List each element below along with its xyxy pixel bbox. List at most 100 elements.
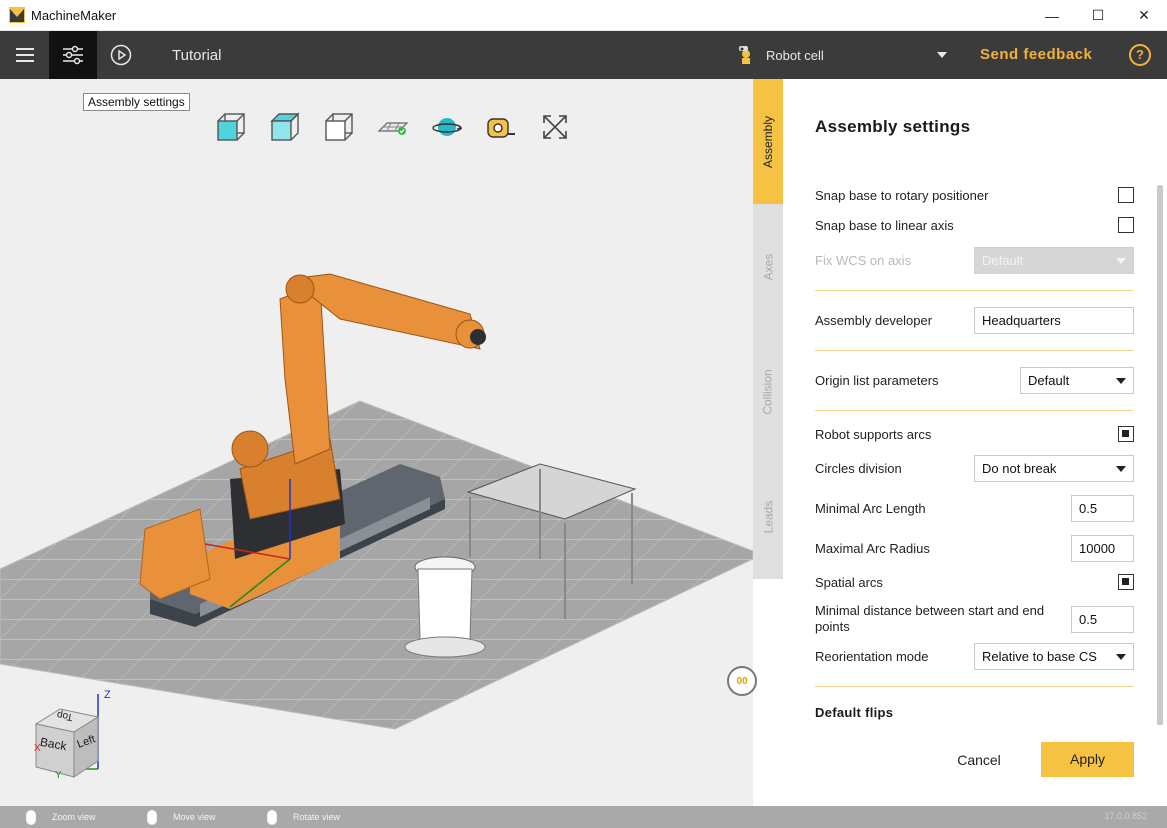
arcs-label: Robot supports arcs [815,427,931,442]
tab-collision-label: Collision [761,369,775,414]
reorient-row: Reorientation mode Relative to base CS [815,643,1134,670]
axis-x-label: X [34,743,41,754]
developer-label: Assembly developer [815,313,932,328]
hamburger-menu-button[interactable] [0,31,49,79]
chevron-down-icon [1116,654,1126,660]
snap-linear-row: Snap base to linear axis [815,217,1134,233]
status-bar: Zoom view Move view Rotate view 17.0.0.8… [0,806,1167,828]
chevron-down-icon [1116,466,1126,472]
send-feedback-button[interactable]: Send feedback [980,31,1092,79]
circles-label: Circles division [815,461,902,476]
side-tabs: Assembly Axes Collision Leads [753,79,783,579]
chevron-down-icon [1116,378,1126,384]
snap-linear-label: Snap base to linear axis [815,218,954,233]
tutorial-link[interactable]: Tutorial [172,47,221,64]
developer-input[interactable]: Headquarters [974,307,1134,334]
zoom-hint: Zoom view [26,806,96,828]
min-arc-input[interactable]: 0.5 [1071,495,1134,522]
tab-assembly-label: Assembly [761,115,775,167]
origin-list-row: Origin list parameters Default [815,367,1134,394]
snap-linear-checkbox[interactable] [1118,217,1134,233]
close-button[interactable]: ✕ [1121,0,1167,31]
reorient-dropdown[interactable]: Relative to base CS [974,643,1134,670]
max-arc-input[interactable]: 10000 [1071,535,1134,562]
divider [815,290,1133,291]
robot-icon [736,44,756,66]
title-bar: MachineMaker — ☐ ✕ [0,0,1167,31]
min-dist-label: Minimal distance between start and end p… [815,603,1055,635]
origin-list-value: Default [1028,373,1069,388]
spatial-checkbox[interactable] [1118,574,1134,590]
mouse-middle-icon [147,810,157,825]
reorient-label: Reorientation mode [815,649,928,664]
mouse-wheel-icon [26,810,36,825]
snap-rotary-row: Snap base to rotary positioner [815,187,1134,203]
developer-row: Assembly developer Headquarters [815,307,1134,334]
fix-wcs-label: Fix WCS on axis [815,253,911,268]
max-arc-row: Maximal Arc Radius 10000 [815,535,1134,562]
chevron-down-icon [936,51,948,59]
zoom-hint-label: Zoom view [52,812,96,822]
panel-title: Assembly settings [815,117,970,137]
spatial-row: Spatial arcs [815,574,1134,590]
assembly-settings-button[interactable] [49,31,97,79]
snap-rotary-checkbox[interactable] [1118,187,1134,203]
robot-cell-label: Robot cell [766,48,936,63]
chevron-down-icon [1116,258,1126,264]
min-dist-input[interactable]: 0.5 [1071,606,1134,633]
hamburger-icon [16,48,34,62]
tab-assembly[interactable]: Assembly [753,79,783,204]
axis-z-label: Z [104,689,111,701]
simulation-play-button[interactable] [97,31,145,79]
main-toolbar: Tutorial Robot cell Send feedback ? [0,31,1167,79]
arcs-row: Robot supports arcs [815,426,1134,442]
arcs-checkbox[interactable] [1118,426,1134,442]
tab-leads-label: Leads [761,500,775,533]
timeline-button[interactable]: 00 [727,666,757,696]
origin-list-dropdown[interactable]: Default [1020,367,1134,394]
cancel-button[interactable]: Cancel [941,743,1017,777]
help-button[interactable]: ? [1129,44,1151,66]
circles-dropdown[interactable]: Do not break [974,455,1134,482]
robot-cell-selector[interactable]: Robot cell [736,31,948,79]
move-hint: Move view [147,806,216,828]
circles-value: Do not break [982,461,1056,476]
tab-axes-label: Axes [761,253,775,280]
fix-wcs-value: Default [982,253,1023,268]
tab-axes[interactable]: Axes [753,204,783,329]
default-flips-heading[interactable]: Default flips [815,705,893,720]
circles-row: Circles division Do not break [815,455,1134,482]
reorient-value: Relative to base CS [982,649,1097,664]
minimize-button[interactable]: — [1029,0,1075,31]
scene-canvas [0,79,753,806]
apply-button[interactable]: Apply [1041,742,1134,777]
snap-rotary-label: Snap base to rotary positioner [815,188,988,203]
max-arc-label: Maximal Arc Radius [815,541,930,556]
tab-leads[interactable]: Leads [753,454,783,579]
spatial-label: Spatial arcs [815,575,883,590]
app-title: MachineMaker [31,8,116,23]
min-arc-label: Minimal Arc Length [815,501,926,516]
fix-wcs-row: Fix WCS on axis Default [815,247,1134,274]
min-arc-row: Minimal Arc Length 0.5 [815,495,1134,522]
version-label: 17.0.0.852 [1104,811,1147,821]
axis-y-label: Y [55,770,62,781]
rotate-hint-label: Rotate view [293,812,340,822]
fix-wcs-dropdown: Default [974,247,1134,274]
origin-list-label: Origin list parameters [815,373,939,388]
play-circle-icon [110,44,132,66]
maximize-button[interactable]: ☐ [1075,0,1121,31]
divider [815,686,1133,687]
3d-viewport[interactable]: Assembly settings [0,79,753,806]
assembly-settings-panel: Assembly settings Snap base to rotary po… [783,79,1167,806]
panel-scrollbar[interactable] [1157,185,1163,725]
divider [815,410,1133,411]
min-dist-row: Minimal distance between start and end p… [815,603,1134,635]
rotate-hint: Rotate view [267,806,340,828]
tab-collision[interactable]: Collision [753,329,783,454]
move-hint-label: Move view [173,812,216,822]
app-logo-icon [9,7,25,23]
sliders-icon [62,45,84,65]
divider [815,350,1133,351]
floor-grid [0,401,753,729]
